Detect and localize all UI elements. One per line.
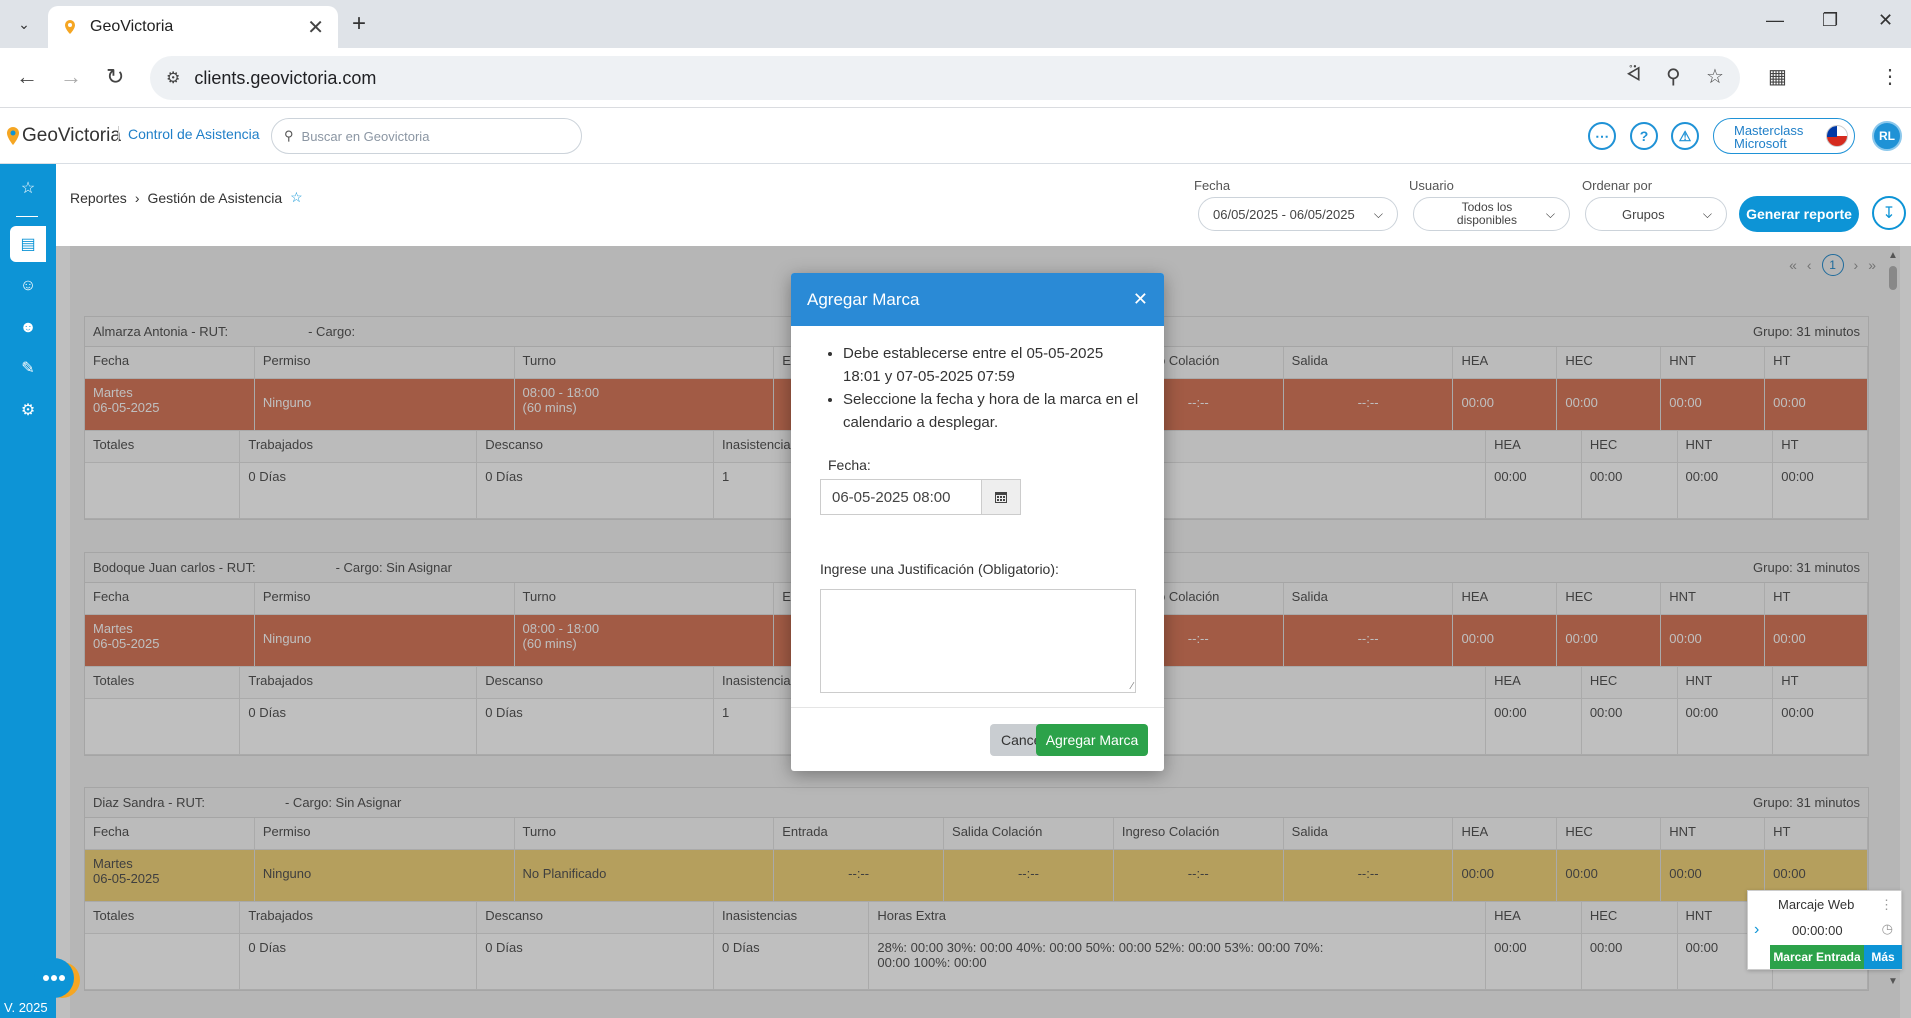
tab-title: GeoVictoria bbox=[90, 18, 174, 35]
modal-footer: Cancelar Agregar Marca bbox=[791, 707, 1164, 771]
date-label: Fecha: bbox=[828, 457, 871, 473]
schedule-edit-icon[interactable]: ✎ bbox=[10, 350, 46, 386]
help-icon[interactable]: ? bbox=[1630, 122, 1658, 150]
chevron-down-icon: ⌵ bbox=[1702, 206, 1712, 221]
user-avatar[interactable]: RL bbox=[1872, 121, 1902, 151]
close-tab-icon[interactable]: ✕ bbox=[307, 15, 324, 40]
close-icon[interactable]: ✕ bbox=[1133, 289, 1148, 310]
more-button[interactable]: Más bbox=[1864, 945, 1902, 969]
punch-clock: 00:00:00 bbox=[1792, 923, 1843, 938]
modal-instructions: Debe establecerse entre el 05-05-2025 18… bbox=[843, 342, 1140, 434]
module-name[interactable]: Control de Asistencia bbox=[118, 126, 260, 142]
browser-tab[interactable]: GeoVictoria ✕ bbox=[48, 6, 338, 48]
translate-icon[interactable]: ᢲ bbox=[1626, 64, 1641, 87]
order-select[interactable]: Grupos ⌵ bbox=[1585, 197, 1727, 231]
add-mark-button[interactable]: Agregar Marca bbox=[1036, 724, 1148, 756]
groups-icon[interactable]: ☻ bbox=[10, 310, 46, 346]
user-select[interactable]: Todos los disponibles ⌵ bbox=[1413, 197, 1570, 231]
calendar-icon[interactable] bbox=[981, 479, 1021, 515]
site-settings-icon[interactable]: ⚙ bbox=[166, 68, 180, 88]
extensions-icon[interactable]: ▦ bbox=[1768, 64, 1787, 89]
back-icon[interactable]: ← bbox=[16, 64, 38, 90]
punch-in-button[interactable]: Marcar Entrada bbox=[1770, 945, 1864, 969]
forward-icon[interactable]: → bbox=[60, 64, 82, 90]
browser-tabbar: ⌄ GeoVictoria ✕ + — ❐ ✕ bbox=[0, 0, 1911, 48]
tab-list-chevron-icon[interactable]: ⌄ bbox=[8, 10, 40, 38]
zoom-icon[interactable]: ⚲ bbox=[1666, 64, 1681, 89]
instruction-item: Seleccione la fecha y hora de la marca e… bbox=[843, 388, 1140, 434]
reports-document-icon[interactable]: ▤ bbox=[10, 226, 46, 262]
breadcrumb-reportes[interactable]: Reportes bbox=[70, 190, 127, 206]
chat-support-icon[interactable] bbox=[28, 956, 82, 1002]
usuario-label: Usuario bbox=[1409, 178, 1454, 193]
geovictoria-favicon-icon bbox=[65, 20, 75, 34]
breadcrumb: Reportes › Gestión de Asistencia ☆ bbox=[70, 189, 303, 206]
date-range-select[interactable]: 06/05/2025 - 06/05/2025 ⌵ bbox=[1198, 197, 1398, 231]
instruction-item: Debe establecerse entre el 05-05-2025 18… bbox=[843, 342, 1140, 388]
chevron-down-icon: ⌵ bbox=[1373, 206, 1383, 221]
user-icon[interactable]: ☺ bbox=[10, 268, 46, 304]
minimize-icon[interactable]: — bbox=[1766, 10, 1784, 31]
favorites-star-icon[interactable]: ☆ bbox=[10, 170, 46, 206]
sidebar: ☆ ▤ ☺ ☻ ✎ ⚙ V. 2025 bbox=[0, 164, 56, 1018]
date-picker: 06-05-2025 08:00 bbox=[820, 479, 1021, 515]
reload-icon[interactable]: ↻ bbox=[106, 64, 124, 90]
download-icon[interactable]: ↧ bbox=[1872, 196, 1906, 230]
chile-flag-icon bbox=[1826, 125, 1848, 147]
restore-icon[interactable]: ❐ bbox=[1822, 10, 1838, 31]
modal-header: Agregar Marca ✕ bbox=[791, 273, 1164, 326]
global-search-input[interactable]: ⚲ Buscar en Geovictoria bbox=[271, 118, 582, 154]
company-selector[interactable]: Masterclass Microsoft bbox=[1713, 118, 1855, 154]
chevron-down-icon: ⌵ bbox=[1545, 206, 1555, 221]
bookmark-star-icon[interactable]: ☆ bbox=[1706, 64, 1724, 89]
logo-pin-icon bbox=[7, 127, 19, 145]
breadcrumb-current: Gestión de Asistencia bbox=[147, 189, 283, 206]
date-time-input[interactable]: 06-05-2025 08:00 bbox=[820, 479, 981, 515]
geovictoria-logo[interactable]: GeoVictoria bbox=[6, 125, 121, 147]
apps-grid-icon[interactable]: ⋯ bbox=[1588, 122, 1616, 150]
resize-handle-icon[interactable]: ∕ bbox=[1131, 681, 1133, 692]
justification-label: Ingrese una Justificación (Obligatorio): bbox=[820, 561, 1059, 577]
modal-title: Agregar Marca bbox=[807, 289, 920, 309]
close-window-icon[interactable]: ✕ bbox=[1878, 10, 1893, 31]
settings-gear-icon[interactable]: ⚙ bbox=[10, 392, 46, 428]
justification-textarea[interactable]: ∕ bbox=[820, 589, 1136, 693]
notifications-bell-icon[interactable]: ⚠ bbox=[1671, 122, 1699, 150]
new-tab-icon[interactable]: + bbox=[352, 10, 366, 38]
ordenar-label: Ordenar por bbox=[1582, 178, 1653, 193]
browser-toolbar: ← → ↻ ⚙ clients.geovictoria.com ᢲ ⚲ ☆ ▦ … bbox=[0, 48, 1911, 108]
expand-chevron-icon[interactable]: › bbox=[1754, 921, 1759, 939]
browser-menu-icon[interactable]: ⋮ bbox=[1880, 64, 1900, 89]
chevron-right-icon: › bbox=[134, 189, 140, 206]
report-scrollbar[interactable]: ▲ ▼ bbox=[1886, 250, 1900, 990]
drag-handle-icon[interactable]: ⋮ bbox=[1880, 897, 1893, 913]
url-text: clients.geovictoria.com bbox=[194, 67, 377, 88]
generate-report-button[interactable]: Generar reporte bbox=[1739, 196, 1859, 232]
app-version: V. 2025 bbox=[4, 1000, 48, 1015]
address-bar[interactable]: ⚙ clients.geovictoria.com bbox=[150, 56, 1740, 100]
fecha-label: Fecha bbox=[1194, 178, 1231, 193]
add-mark-modal: Agregar Marca ✕ Debe establecerse entre … bbox=[791, 273, 1164, 771]
sidebar-divider bbox=[16, 216, 38, 217]
web-punch-widget: › Marcaje Web ⋮ 00:00:00 ◷ Marcar Entrad… bbox=[1747, 890, 1902, 970]
clock-icon: ◷ bbox=[1881, 921, 1893, 936]
add-favorite-star-icon[interactable]: ☆ bbox=[290, 189, 303, 206]
app-header: GeoVictoria Control de Asistencia ⚲ Busc… bbox=[0, 108, 1911, 164]
search-icon: ⚲ bbox=[284, 128, 294, 143]
widget-title: Marcaje Web bbox=[1778, 897, 1855, 912]
